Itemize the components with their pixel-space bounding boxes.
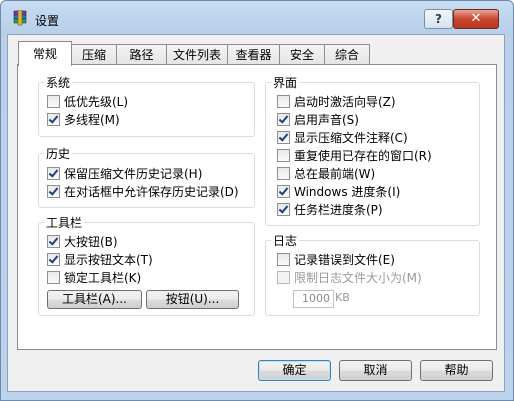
checkbox-label: 记录错误到文件(E): [294, 252, 395, 267]
log-size-limit-input[interactable]: 1000: [293, 290, 334, 308]
checkbox-label: 低优先级(L): [64, 94, 129, 109]
checkbox-box[interactable]: [47, 252, 60, 266]
checkbox-label: 任务栏进度条(P): [294, 202, 383, 217]
help-title-button[interactable]: ?: [424, 9, 453, 29]
checkbox-label: 启用声音(S): [294, 112, 359, 127]
wizard-on-start-checkbox[interactable]: 启动时激活向导(Z): [277, 93, 396, 109]
lock-toolbar-checkbox[interactable]: 锁定工具栏(K): [47, 269, 141, 285]
log-errors-checkbox[interactable]: 记录错误到文件(E): [277, 251, 395, 267]
checkbox-label: 重复使用已存在的窗口(R): [294, 148, 432, 163]
dialog-history-checkbox[interactable]: 在对话框中允许保存历史记录(D): [47, 183, 239, 199]
checkbox-box[interactable]: [47, 112, 60, 126]
window-title: 设置: [35, 14, 60, 28]
show-comments-checkbox[interactable]: 显示压缩文件注释(C): [277, 129, 408, 145]
toolbar-group-title: 工具栏: [44, 214, 85, 231]
checkbox-box[interactable]: [277, 112, 290, 126]
title-bar[interactable]: 设置 ? ✕: [0, 0, 512, 34]
checkbox-label: 多线程(M): [64, 112, 120, 127]
checkbox-box[interactable]: [47, 94, 60, 108]
tab-general[interactable]: 常规: [18, 41, 72, 66]
cancel-button[interactable]: 取消: [339, 360, 412, 381]
checkbox-label: 在对话框中允许保存历史记录(D): [64, 184, 239, 199]
tab-file-list[interactable]: 文件列表: [166, 44, 228, 65]
checkbox-box[interactable]: [277, 202, 290, 216]
checkbox-box[interactable]: [277, 252, 290, 266]
close-button[interactable]: ✕: [453, 9, 499, 29]
checkbox-box[interactable]: [277, 270, 290, 284]
tab-compression[interactable]: 压缩: [71, 44, 117, 65]
checkbox-label: 锁定工具栏(K): [64, 270, 142, 285]
checkbox-label: Windows 进度条(I): [294, 184, 401, 199]
history-group-title: 历史: [44, 145, 73, 162]
system-group-title: 系统: [44, 74, 73, 91]
checkbox-label: 大按钮(B): [64, 234, 118, 249]
checkbox-box[interactable]: [277, 184, 290, 198]
log-size-unit: KB: [335, 291, 350, 304]
buttons-settings-button[interactable]: 按钮(U)...: [146, 290, 239, 309]
enable-sound-checkbox[interactable]: 启用声音(S): [277, 111, 359, 127]
checkbox-label: 限制日志文件大小为(M): [294, 270, 422, 285]
checkbox-label: 保留压缩文件历史记录(H): [64, 166, 203, 181]
show-button-text-checkbox[interactable]: 显示按钮文本(T): [47, 251, 153, 267]
interface-group-title: 界面: [271, 74, 300, 91]
limit-log-size-checkbox[interactable]: 限制日志文件大小为(M): [277, 269, 422, 285]
taskbar-progress-checkbox[interactable]: 任务栏进度条(P): [277, 201, 383, 217]
checkbox-box[interactable]: [47, 166, 60, 180]
toolbar-settings-button[interactable]: 工具栏(A)...: [47, 290, 142, 309]
checkbox-label: 启动时激活向导(Z): [294, 94, 396, 109]
windows-progress-checkbox[interactable]: Windows 进度条(I): [277, 183, 400, 199]
ok-button[interactable]: 确定: [258, 360, 331, 381]
tab-paths[interactable]: 路径: [116, 44, 167, 65]
checkbox-label: 显示按钮文本(T): [64, 252, 153, 267]
multithread-checkbox[interactable]: 多线程(M): [47, 111, 120, 127]
winrar-app-icon: [12, 10, 28, 26]
checkbox-box[interactable]: [47, 234, 60, 248]
checkbox-box[interactable]: [277, 148, 290, 162]
log-group-title: 日志: [271, 232, 300, 249]
checkbox-box[interactable]: [277, 130, 290, 144]
large-buttons-checkbox[interactable]: 大按钮(B): [47, 233, 118, 249]
checkbox-box[interactable]: [47, 184, 60, 198]
checkbox-box[interactable]: [277, 94, 290, 108]
checkbox-box[interactable]: [47, 270, 60, 284]
tab-viewer[interactable]: 查看器: [227, 44, 280, 65]
help-button[interactable]: 帮助: [420, 360, 493, 381]
tab-misc[interactable]: 综合: [324, 44, 370, 65]
checkbox-box[interactable]: [277, 166, 290, 180]
reuse-window-checkbox[interactable]: 重复使用已存在的窗口(R): [277, 147, 432, 163]
low-priority-checkbox[interactable]: 低优先级(L): [47, 93, 128, 109]
keep-history-checkbox[interactable]: 保留压缩文件历史记录(H): [47, 165, 202, 181]
checkbox-label: 显示压缩文件注释(C): [294, 130, 408, 145]
always-on-top-checkbox[interactable]: 总在最前端(W): [277, 165, 375, 181]
checkbox-label: 总在最前端(W): [294, 166, 376, 181]
tab-security[interactable]: 安全: [279, 44, 325, 65]
